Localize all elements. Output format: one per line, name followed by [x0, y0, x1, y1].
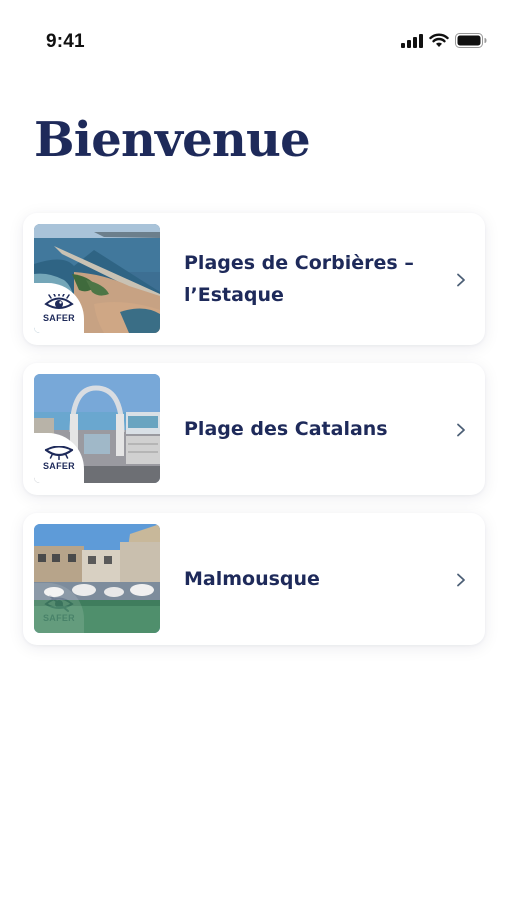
- safer-badge-label: SAFER: [42, 312, 75, 323]
- beach-photo: SAFER: [34, 224, 160, 333]
- safer-badge-label: SAFER: [42, 460, 75, 471]
- beach-photo: SAFER: [34, 524, 160, 633]
- beach-photo: SAFER: [34, 374, 160, 483]
- closed-eye-icon: [44, 445, 74, 460]
- chevron-right-icon: [455, 272, 467, 287]
- signal-icon: [401, 33, 423, 52]
- beach-list: SAFER Plages de Corbières – l’Estaque SA…: [23, 213, 485, 663]
- beach-card-malmousque[interactable]: SAFER Malmousque: [23, 513, 485, 645]
- eye-off-icon: [44, 594, 74, 612]
- wifi-icon: [429, 33, 449, 52]
- battery-icon: [455, 33, 487, 52]
- beach-name: Plages de Corbières – l’Estaque: [184, 252, 414, 306]
- beach-name: Malmousque: [184, 568, 320, 590]
- eye-icon: [44, 293, 74, 312]
- page-title: Bienvenue: [34, 112, 311, 168]
- beach-name: Plage des Catalans: [184, 418, 388, 440]
- chevron-right-icon: [455, 572, 467, 587]
- beach-card-catalans[interactable]: SAFER Plage des Catalans: [23, 363, 485, 495]
- status-bar: 9:41: [0, 0, 507, 84]
- safer-badge-label: SAFER: [42, 612, 75, 623]
- status-time: 9:41: [46, 31, 85, 52]
- status-icons: [401, 33, 487, 52]
- chevron-right-icon: [455, 422, 467, 437]
- beach-card-corbieres[interactable]: SAFER Plages de Corbières – l’Estaque: [23, 213, 485, 345]
